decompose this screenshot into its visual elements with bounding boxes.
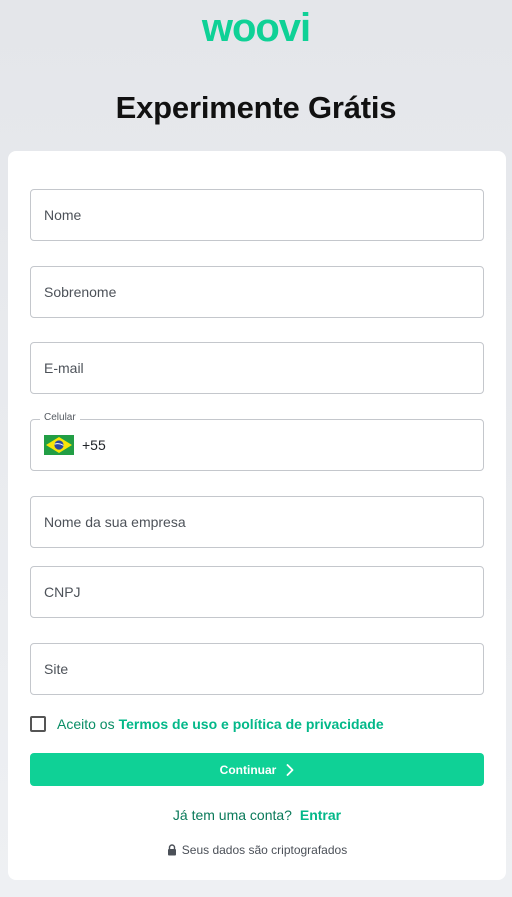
phone-field[interactable]: Celular +55 — [30, 412, 484, 471]
logo-lettering: woovi — [201, 6, 310, 50]
brazil-flag-icon[interactable] — [44, 435, 74, 455]
company-field — [30, 496, 484, 548]
signup-form-card: Celular +55 Aceito os Termos de uso e po… — [8, 151, 506, 880]
security-note: Seus dados são criptografados — [8, 842, 506, 858]
terms-checkbox[interactable] — [30, 716, 46, 732]
woovi-logo-icon: woovi — [201, 6, 311, 50]
site-field — [30, 643, 484, 695]
login-link[interactable]: Entrar — [300, 807, 341, 823]
login-row: Já tem uma conta? Entrar — [8, 807, 506, 823]
woovi-logo: woovi — [0, 6, 512, 50]
continue-button-label: Continuar — [219, 762, 277, 777]
phone-label: Celular — [40, 412, 80, 423]
chevron-right-icon — [286, 763, 294, 776]
security-note-text: Seus dados são criptografados — [181, 843, 348, 857]
first-name-input[interactable] — [31, 190, 483, 240]
continue-button[interactable]: Continuar — [30, 753, 484, 786]
login-question: Já tem uma conta? — [172, 807, 292, 823]
terms-prefix: Aceito os — [57, 716, 115, 732]
email-input[interactable] — [31, 343, 483, 393]
phone-ddi: +55 — [82, 437, 106, 453]
first-name-field — [30, 189, 484, 241]
cnpj-field — [30, 566, 484, 618]
terms-link[interactable]: Termos de uso e política de privacidade — [119, 716, 384, 732]
site-input[interactable] — [31, 644, 483, 694]
last-name-field — [30, 266, 484, 318]
last-name-input[interactable] — [31, 267, 483, 317]
lock-icon — [167, 844, 176, 856]
email-field — [30, 342, 484, 394]
page-title: Experimente Grátis — [115, 90, 397, 125]
company-input[interactable] — [31, 497, 483, 547]
terms-row: Aceito os Termos de uso e política de pr… — [30, 714, 384, 734]
cnpj-input[interactable] — [31, 567, 483, 617]
